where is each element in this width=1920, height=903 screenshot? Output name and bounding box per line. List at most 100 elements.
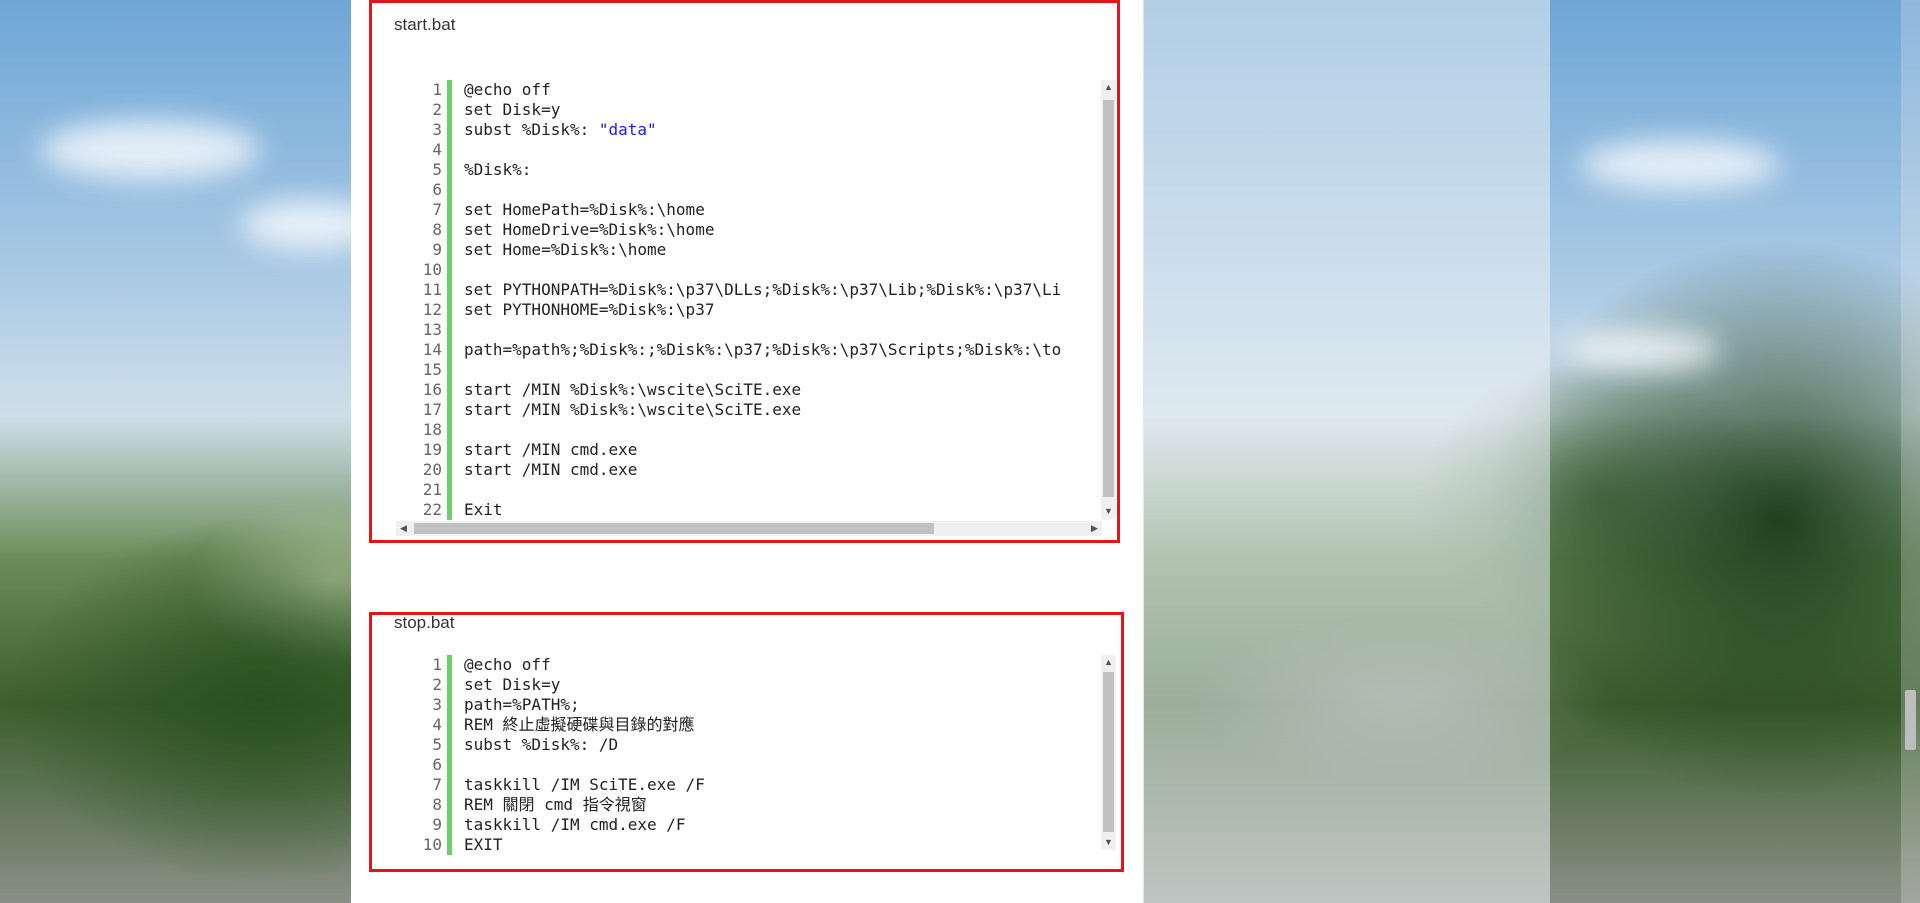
page-scroll-thumb[interactable] [1905,690,1916,750]
code-token: set Home=%Disk%:\home [464,240,667,259]
code-token: subst %Disk%: [464,120,599,139]
scroll-down-arrow-icon[interactable]: ▼ [1101,835,1116,850]
code-line: %Disk%: [464,160,1061,180]
line-number: 12 [422,300,442,319]
line-number: 17 [422,400,442,419]
code-line: @echo off [464,655,705,675]
line-number: 1 [432,655,442,674]
code-token: EXIT [464,835,503,854]
code-token: path=%PATH%; [464,695,580,714]
start-bat-code-editor[interactable]: 1 2 3 4 5 6 7 8 9 10 11 12 13 14 15 16 17 18 19 20 21 22 @ech… [396,80,1096,521]
sidebar-column [1143,0,1550,903]
start-horizontal-scrollbar[interactable]: ◀ ▶ [396,521,1102,536]
code-line: path=%PATH%; [464,695,705,715]
scroll-thumb[interactable] [414,523,934,534]
scroll-right-arrow-icon[interactable]: ▶ [1087,521,1102,536]
line-number: 3 [432,695,442,714]
code-token: set PYTHONHOME=%Disk%:\p37 [464,300,715,319]
code-token: @echo off [464,80,551,99]
line-number: 20 [422,460,442,479]
line-numbers: 1 2 3 4 5 6 7 8 9 10 11 12 13 14 15 16 17 18 19 20 21 22 [396,80,442,520]
scroll-up-arrow-icon[interactable]: ▲ [1101,80,1116,95]
code-line: subst %Disk%: /D [464,735,705,755]
scroll-down-arrow-icon[interactable]: ▼ [1101,504,1116,519]
code-line: start /MIN %Disk%:\wscite\SciTE.exe [464,380,1061,400]
line-number: 21 [422,480,442,499]
scroll-thumb[interactable] [1103,672,1114,832]
line-number: 4 [432,715,442,734]
code-line: subst %Disk%: "data" [464,120,1061,140]
stop-vertical-scrollbar[interactable]: ▲ ▼ [1101,655,1116,850]
column-divider [1143,0,1144,903]
line-number: 9 [432,240,442,259]
code-line: Exit [464,500,1061,520]
code-line: set HomePath=%Disk%:\home [464,200,1061,220]
line-number: 18 [422,420,442,439]
scroll-thumb[interactable] [1103,100,1114,497]
code-token: set PYTHONPATH=%Disk%:\p37\DLLs;%Disk%:\… [464,280,1062,299]
line-number: 19 [422,440,442,459]
line-number: 2 [432,675,442,694]
line-number: 10 [422,835,442,854]
line-number: 16 [422,380,442,399]
code-line: start /MIN cmd.exe [464,460,1061,480]
stop-bat-code-panel: stop.bat 1 2 3 4 5 6 7 8 9 10 @echo off set Disk=y… [369,612,1124,872]
line-number: 3 [432,120,442,139]
code-token: start /MIN cmd.exe [464,440,638,459]
code-token: REM 終止虛擬硬碟與目錄的對應 [464,715,695,734]
code-token: %Disk%: [464,160,532,179]
line-number: 1 [432,80,442,99]
start-bat-title: start.bat [394,15,456,34]
code-line: set Disk=y [464,100,1061,120]
start-vertical-scrollbar[interactable]: ▲ ▼ [1101,80,1116,519]
code-line: set Disk=y [464,675,705,695]
stop-bat-code-editor[interactable]: 1 2 3 4 5 6 7 8 9 10 @echo off set Disk=y path=%PAT… [396,655,1096,860]
line-number: 9 [432,815,442,834]
line-number: 5 [432,160,442,179]
line-number: 14 [422,340,442,359]
code-token: start /MIN %Disk%:\wscite\SciTE.exe [464,380,802,399]
gutter-bar [447,80,452,520]
code-token: set Disk=y [464,675,561,694]
scroll-left-arrow-icon[interactable]: ◀ [396,521,411,536]
code-token: REM 關閉 cmd 指令視窗 [464,795,647,814]
page-scrollbar[interactable] [1901,0,1920,903]
start-bat-code-panel: start.bat 1 2 3 4 5 6 7 8 9 10 11 12 13 14 15 16 17 18 19 2… [369,0,1120,543]
line-number: 6 [432,180,442,199]
line-number: 22 [422,500,442,519]
code-token: @echo off [464,655,551,674]
line-number: 2 [432,100,442,119]
code-line: taskkill /IM SciTE.exe /F [464,775,705,795]
code-line: REM 關閉 cmd 指令視窗 [464,795,705,815]
code-token: start /MIN cmd.exe [464,460,638,479]
code-text: @echo off set Disk=y subst %Disk%: "data"%… [464,80,1061,520]
line-numbers: 1 2 3 4 5 6 7 8 9 10 [396,655,442,855]
line-number: 7 [432,200,442,219]
code-line: set HomeDrive=%Disk%:\home [464,220,1061,240]
scroll-up-arrow-icon[interactable]: ▲ [1101,655,1116,670]
code-line: taskkill /IM cmd.exe /F [464,815,705,835]
line-number: 5 [432,735,442,754]
gutter-bar [447,655,452,855]
code-line: @echo off [464,80,1061,100]
code-token: Exit [464,500,503,519]
code-token: taskkill /IM SciTE.exe /F [464,775,705,794]
line-number: 10 [422,260,442,279]
code-token: set Disk=y [464,100,561,119]
code-token: taskkill /IM cmd.exe /F [464,815,686,834]
code-token: path=%path%;%Disk%:;%Disk%:\p37;%Disk%:\… [464,340,1062,359]
code-token: set HomePath=%Disk%:\home [464,200,705,219]
code-line: EXIT [464,835,705,855]
line-number: 13 [422,320,442,339]
code-line: set PYTHONHOME=%Disk%:\p37 [464,300,1061,320]
line-number: 4 [432,140,442,159]
code-line: set PYTHONPATH=%Disk%:\p37\DLLs;%Disk%:\… [464,280,1061,300]
string-literal: "data" [598,120,657,139]
code-line: path=%path%;%Disk%:;%Disk%:\p37;%Disk%:\… [464,340,1061,360]
